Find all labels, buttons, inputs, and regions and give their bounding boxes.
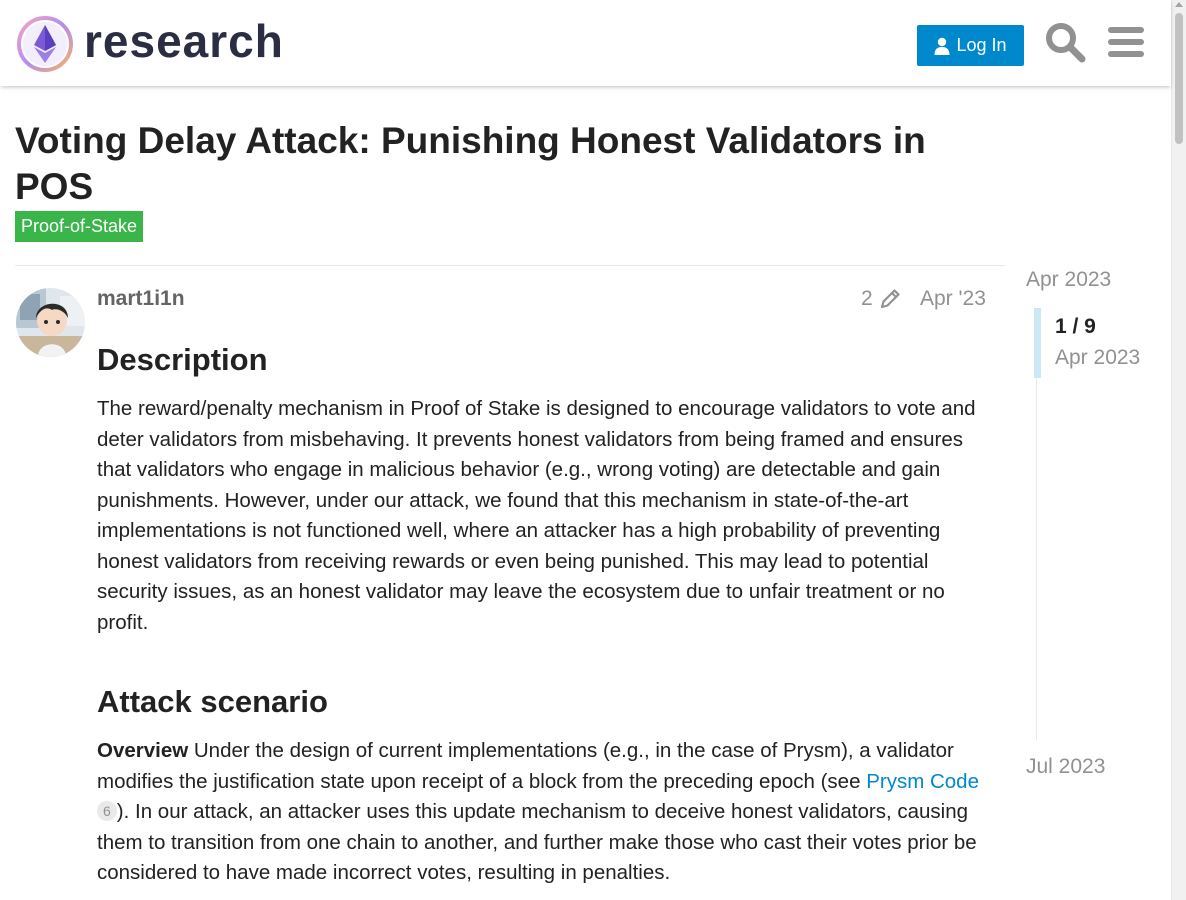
pencil-icon: [880, 289, 900, 309]
search-icon[interactable]: [1044, 21, 1086, 63]
prysm-code-link[interactable]: Prysm Code: [866, 770, 979, 793]
page-scrollbar[interactable]: [1171, 0, 1186, 900]
post-date[interactable]: Apr '23: [920, 287, 986, 311]
edit-history-button[interactable]: 2: [861, 287, 901, 311]
timeline-scroller-handle[interactable]: [1034, 308, 1041, 378]
avatar[interactable]: [16, 288, 85, 357]
category-badge[interactable]: Proof-of-Stake: [15, 211, 144, 242]
overview-label: Overview: [97, 739, 189, 762]
timeline-end-date[interactable]: Jul 2023: [1026, 755, 1105, 779]
scrollbar-thumb[interactable]: [1175, 13, 1183, 144]
post-author-username[interactable]: mart1i1n: [97, 287, 185, 311]
title-divider: [15, 265, 1005, 266]
timeline-progress-date: Apr 2023: [1055, 346, 1141, 369]
link-click-count-badge: 6: [97, 801, 117, 821]
timeline-start-date[interactable]: Apr 2023: [1026, 268, 1111, 292]
timeline-progress: 1 / 9: [1055, 315, 1096, 338]
overview-text-1: Under the design of current implementati…: [97, 739, 954, 793]
overview-paragraph: Overview Under the design of current imp…: [97, 736, 992, 889]
edit-count: 2: [861, 287, 873, 310]
site-header: research Log In: [0, 0, 1171, 86]
login-button[interactable]: Log In: [917, 25, 1024, 66]
topic-title[interactable]: Voting Delay Attack: Punishing Honest Va…: [15, 118, 995, 210]
avatar-image: [16, 288, 85, 357]
hamburger-menu-icon[interactable]: [1105, 21, 1147, 63]
description-heading: Description: [97, 342, 268, 377]
scroll-up-arrow-icon[interactable]: [1175, 2, 1183, 7]
login-button-label: Log In: [956, 35, 1007, 55]
research-logo-icon[interactable]: [16, 15, 74, 73]
overview-text-2: ). In our attack, an attacker uses this …: [97, 800, 977, 884]
attack-scenario-heading: Attack scenario: [97, 684, 328, 719]
site-logo-text[interactable]: research: [84, 14, 284, 68]
user-icon: [934, 37, 950, 55]
description-paragraph: The reward/penalty mechanism in Proof of…: [97, 397, 976, 634]
